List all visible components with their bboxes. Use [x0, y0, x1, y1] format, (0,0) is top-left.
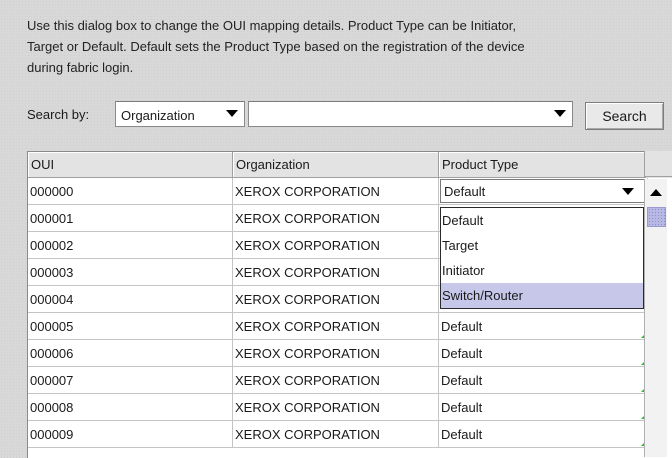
table-row[interactable]: 000005 XEROX CORPORATION Default	[28, 313, 648, 340]
chevron-down-icon	[554, 110, 566, 117]
product-type-text: Default	[441, 400, 483, 415]
search-field-select[interactable]: Organization	[115, 101, 245, 127]
product-type-cell[interactable]: Default	[439, 421, 648, 448]
organization-cell: XEROX CORPORATION	[233, 232, 439, 259]
organization-cell: XEROX CORPORATION	[233, 394, 439, 421]
product-type-cell[interactable]: Default	[439, 367, 648, 394]
organization-cell: XEROX CORPORATION	[233, 178, 439, 205]
oui-cell: 000001	[28, 205, 233, 232]
oui-cell: 000008	[28, 394, 233, 421]
oui-cell: 000003	[28, 259, 233, 286]
product-type-select[interactable]: Default	[440, 179, 645, 203]
description-line: Target or Default. Default sets the Prod…	[27, 39, 525, 54]
dropdown-option-switch-router[interactable]: Switch/Router	[441, 283, 643, 308]
product-type-text: Default	[441, 319, 483, 334]
table-row[interactable]: 000000 XEROX CORPORATION Default	[28, 178, 648, 205]
dropdown-option-initiator[interactable]: Initiator	[441, 258, 643, 283]
search-by-label: Search by:	[27, 107, 90, 122]
vertical-scrollbar[interactable]	[644, 179, 667, 457]
product-type-value: Default	[444, 184, 486, 199]
organization-cell: XEROX CORPORATION	[233, 421, 439, 448]
organization-cell: XEROX CORPORATION	[233, 340, 439, 367]
dropdown-option-target[interactable]: Target	[441, 233, 643, 258]
product-type-cell[interactable]: Default	[439, 313, 648, 340]
column-header-product-type[interactable]: Product Type	[439, 152, 646, 178]
description-line: during fabric login.	[27, 60, 134, 75]
oui-cell: 000007	[28, 367, 233, 394]
search-field-value: Organization	[121, 108, 195, 123]
product-type-cell[interactable]: Default	[439, 340, 648, 367]
table-corner	[644, 151, 672, 177]
search-button[interactable]: Search	[585, 102, 664, 130]
chevron-down-icon	[622, 188, 634, 195]
oui-cell: 000000	[28, 178, 233, 205]
product-type-text: Default	[441, 373, 483, 388]
table-row[interactable]: 000006 XEROX CORPORATION Default	[28, 340, 648, 367]
oui-cell: 000002	[28, 232, 233, 259]
description-line: Use this dialog box to change the OUI ma…	[27, 18, 516, 33]
organization-cell: XEROX CORPORATION	[233, 313, 439, 340]
table-row[interactable]: 000009 XEROX CORPORATION Default	[28, 421, 648, 448]
product-type-text: Default	[441, 427, 483, 442]
column-header-oui[interactable]: OUI	[28, 152, 233, 178]
column-header-organization[interactable]: Organization	[233, 152, 439, 178]
dropdown-option-default[interactable]: Default	[441, 208, 643, 233]
dialog-description: Use this dialog box to change the OUI ma…	[27, 15, 667, 78]
search-query-combo[interactable]	[248, 101, 573, 127]
oui-cell: 000004	[28, 286, 233, 313]
table-header: OUI Organization Product Type	[28, 152, 672, 178]
product-type-cell[interactable]: Default	[439, 394, 648, 421]
organization-cell: XEROX CORPORATION	[233, 259, 439, 286]
scroll-up-icon[interactable]	[650, 189, 662, 196]
oui-cell: 000006	[28, 340, 233, 367]
product-type-dropdown-list: Default Target Initiator Switch/Router	[440, 207, 644, 309]
oui-cell: 000005	[28, 313, 233, 340]
product-type-text: Default	[441, 346, 483, 361]
organization-cell: XEROX CORPORATION	[233, 205, 439, 232]
table-row[interactable]: 000008 XEROX CORPORATION Default	[28, 394, 648, 421]
organization-cell: XEROX CORPORATION	[233, 286, 439, 313]
chevron-down-icon	[226, 110, 238, 117]
oui-cell: 000009	[28, 421, 233, 448]
organization-cell: XEROX CORPORATION	[233, 367, 439, 394]
scrollbar-thumb[interactable]	[647, 207, 666, 227]
table-row[interactable]: 000007 XEROX CORPORATION Default	[28, 367, 648, 394]
